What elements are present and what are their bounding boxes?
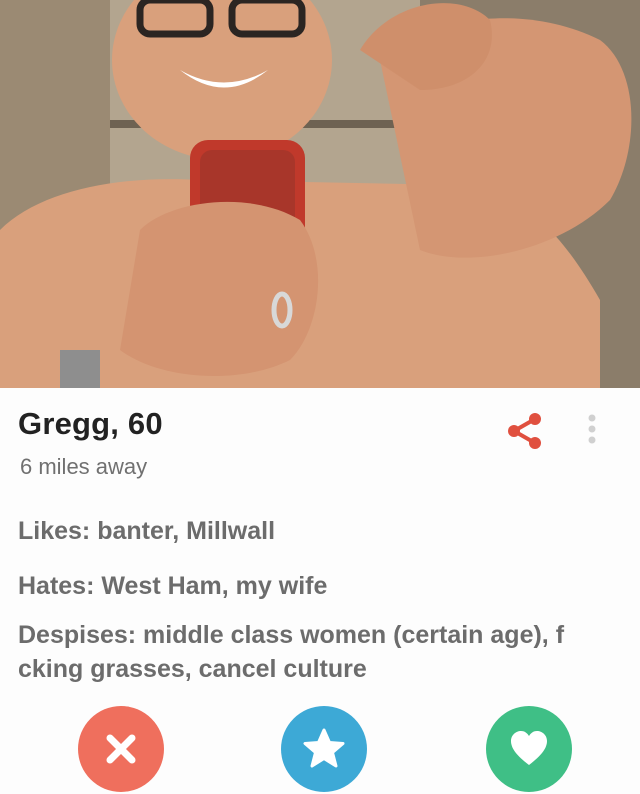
- bio-hates: Hates: West Ham, my wife: [18, 572, 328, 600]
- profile-photo-illustration: [0, 0, 640, 388]
- profile-name-age: Gregg, 60: [18, 406, 163, 441]
- bio-despises: Despises: middle class women (certain ag…: [18, 621, 570, 683]
- profile-photo[interactable]: [0, 0, 640, 388]
- heart-icon: [511, 731, 547, 765]
- profile-card-info: Gregg, 60 6 miles away Likes: banter, Mi…: [0, 388, 640, 794]
- close-icon: [106, 734, 136, 764]
- super-like-button[interactable]: [281, 706, 367, 792]
- more-options-button[interactable]: [582, 406, 602, 452]
- like-button[interactable]: [486, 706, 572, 792]
- nope-button[interactable]: [78, 706, 164, 792]
- profile-distance: 6 miles away: [20, 454, 148, 479]
- share-button[interactable]: [502, 408, 548, 454]
- share-icon: [508, 413, 541, 449]
- more-vertical-icon: [588, 414, 596, 444]
- bio-likes: Likes: banter, Millwall: [18, 517, 276, 545]
- star-icon: [303, 728, 345, 768]
